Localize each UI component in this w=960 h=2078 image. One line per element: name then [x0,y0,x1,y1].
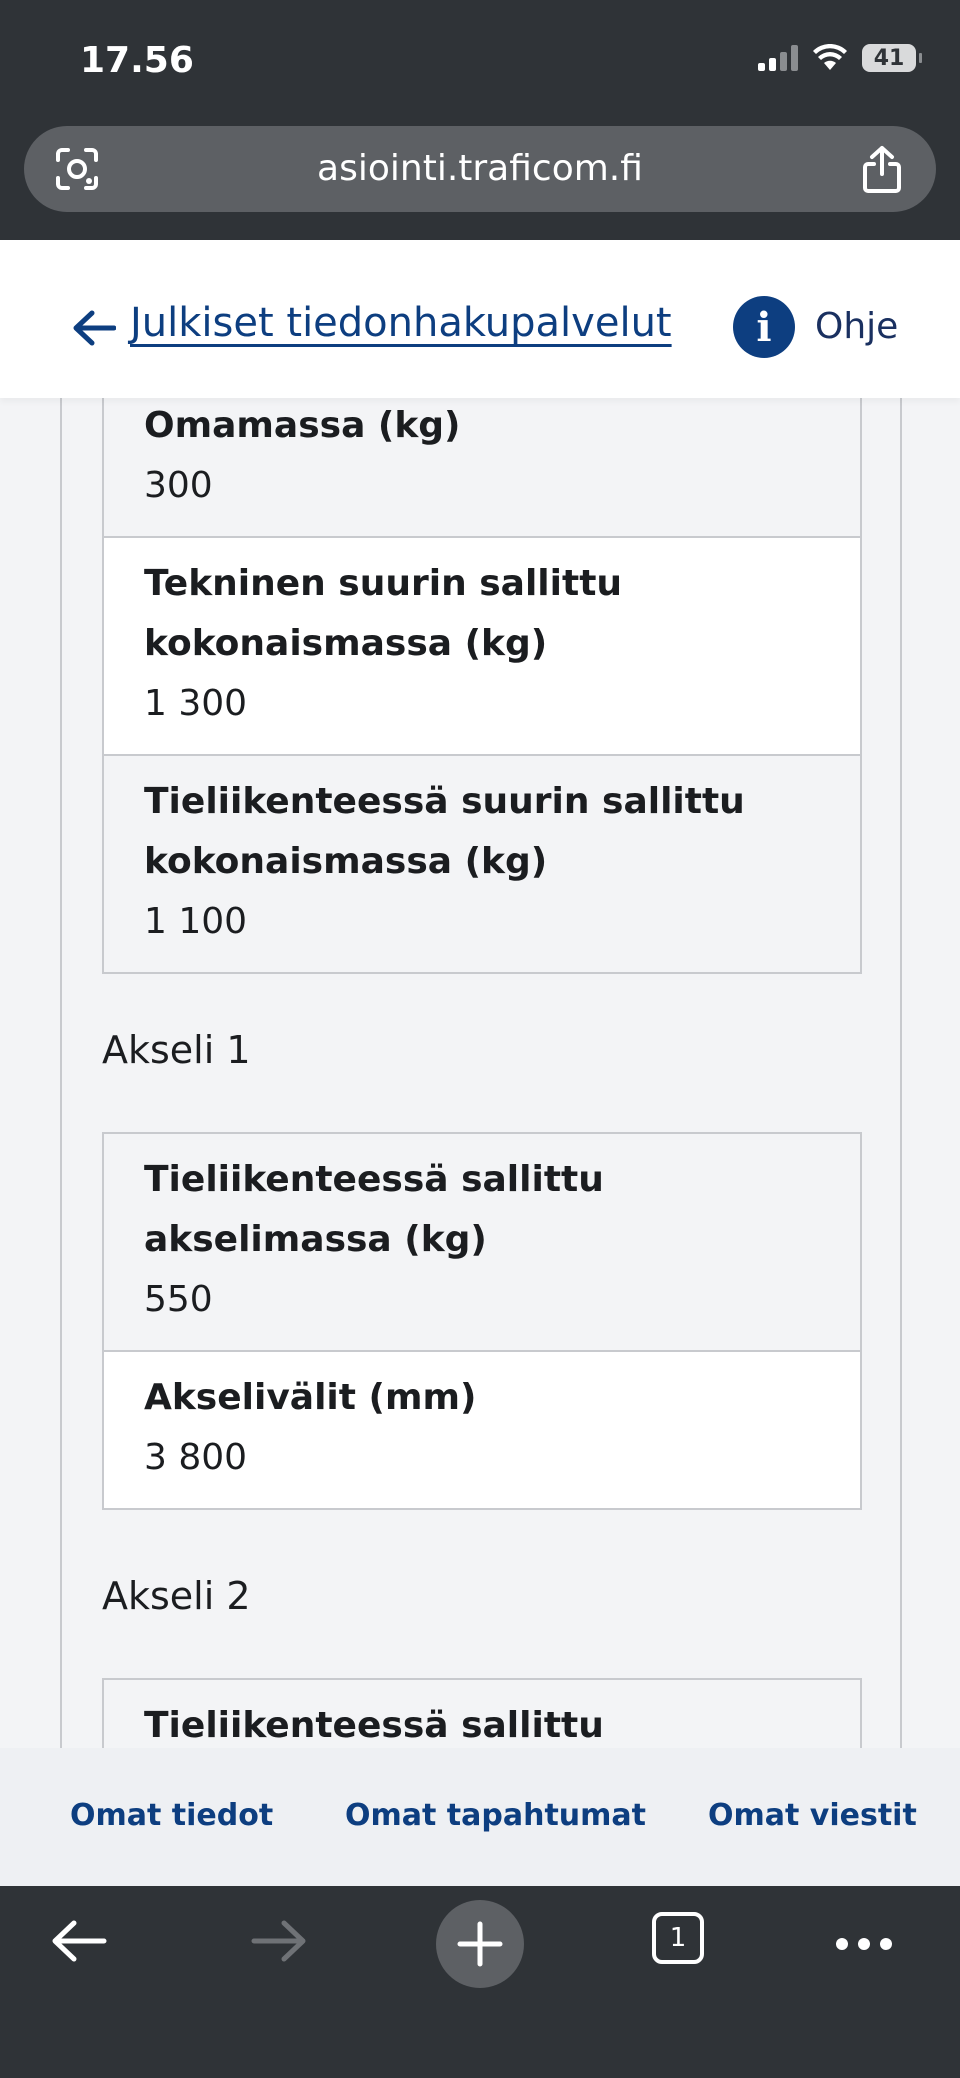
section-title-axle-2: Akseli 2 [102,1574,251,1618]
mass-table: Omamassa (kg) 300 Tekninen suurin sallit… [102,398,862,974]
row-value: 550 [144,1279,213,1320]
browser-back-icon[interactable] [50,1918,108,1964]
row-value: 3 800 [144,1437,248,1478]
plus-icon [457,1921,503,1967]
row-label: Tieliikenteessä sallittu akselimassa (kg… [144,1159,604,1260]
battery-icon: 41 [862,44,922,72]
table-row: Tekninen suurin sallittu kokonaismassa (… [104,536,860,754]
axle-2-table: Tieliikenteessä sallittu [102,1678,862,1748]
wifi-icon [813,44,847,70]
vehicle-details-panel: Omamassa (kg) 300 Tekninen suurin sallit… [60,398,902,1748]
row-value: 1 300 [144,683,248,724]
status-time: 17.56 [80,40,194,81]
row-label: Akselivälit (mm) [144,1377,477,1418]
status-bar: 17.56 41 [0,0,960,100]
table-row: Omamassa (kg) 300 [104,398,860,536]
row-label: Omamassa (kg) [144,405,461,446]
table-row: Tieliikenteessä sallittu akselimassa (kg… [104,1134,860,1350]
nav-omat-tapahtumat[interactable]: Omat tapahtumat [345,1798,646,1833]
bottom-nav: Omat tiedot Omat tapahtumat Omat viestit [0,1748,960,1886]
section-title-axle-1: Akseli 1 [102,1028,251,1072]
row-value: 300 [144,465,213,506]
browser-address-area: asiointi.traficom.fi [0,100,960,240]
info-icon[interactable]: i [733,296,795,358]
axle-1-table: Tieliikenteessä sallittu akselimassa (kg… [102,1132,862,1510]
table-row: Tieliikenteessä sallittu [104,1680,860,1748]
signal-icon [758,45,798,71]
row-label: Tieliikenteessä suurin sallittu kokonais… [144,781,745,882]
share-icon[interactable] [860,144,904,194]
help-link[interactable]: Ohje [815,306,898,347]
row-label: Tieliikenteessä sallittu [144,1705,604,1746]
url-text[interactable]: asiointi.traficom.fi [24,148,936,189]
table-row: Tieliikenteessä suurin sallittu kokonais… [104,754,860,972]
back-link[interactable]: Julkiset tiedonhakupalvelut [130,300,672,346]
arrow-left-icon[interactable] [72,310,116,346]
tabs-button[interactable]: 1 [652,1912,704,1964]
row-label: Tekninen suurin sallittu kokonaismassa (… [144,563,623,664]
new-tab-button[interactable] [436,1900,524,1988]
battery-level: 41 [873,45,905,71]
site-header: Julkiset tiedonhakupalvelut i Ohje [0,240,960,398]
row-value: 1 100 [144,901,248,942]
nav-omat-viestit[interactable]: Omat viestit [708,1798,917,1833]
browser-forward-icon[interactable] [250,1918,308,1964]
browser-toolbar: 1 [0,1886,960,2078]
table-row: Akselivälit (mm) 3 800 [104,1350,860,1508]
main-content[interactable]: Omamassa (kg) 300 Tekninen suurin sallit… [0,398,960,1748]
status-icons: 41 [758,44,922,72]
nav-omat-tiedot[interactable]: Omat tiedot [70,1798,273,1833]
more-icon[interactable] [836,1938,892,1950]
address-bar[interactable]: asiointi.traficom.fi [24,126,936,212]
